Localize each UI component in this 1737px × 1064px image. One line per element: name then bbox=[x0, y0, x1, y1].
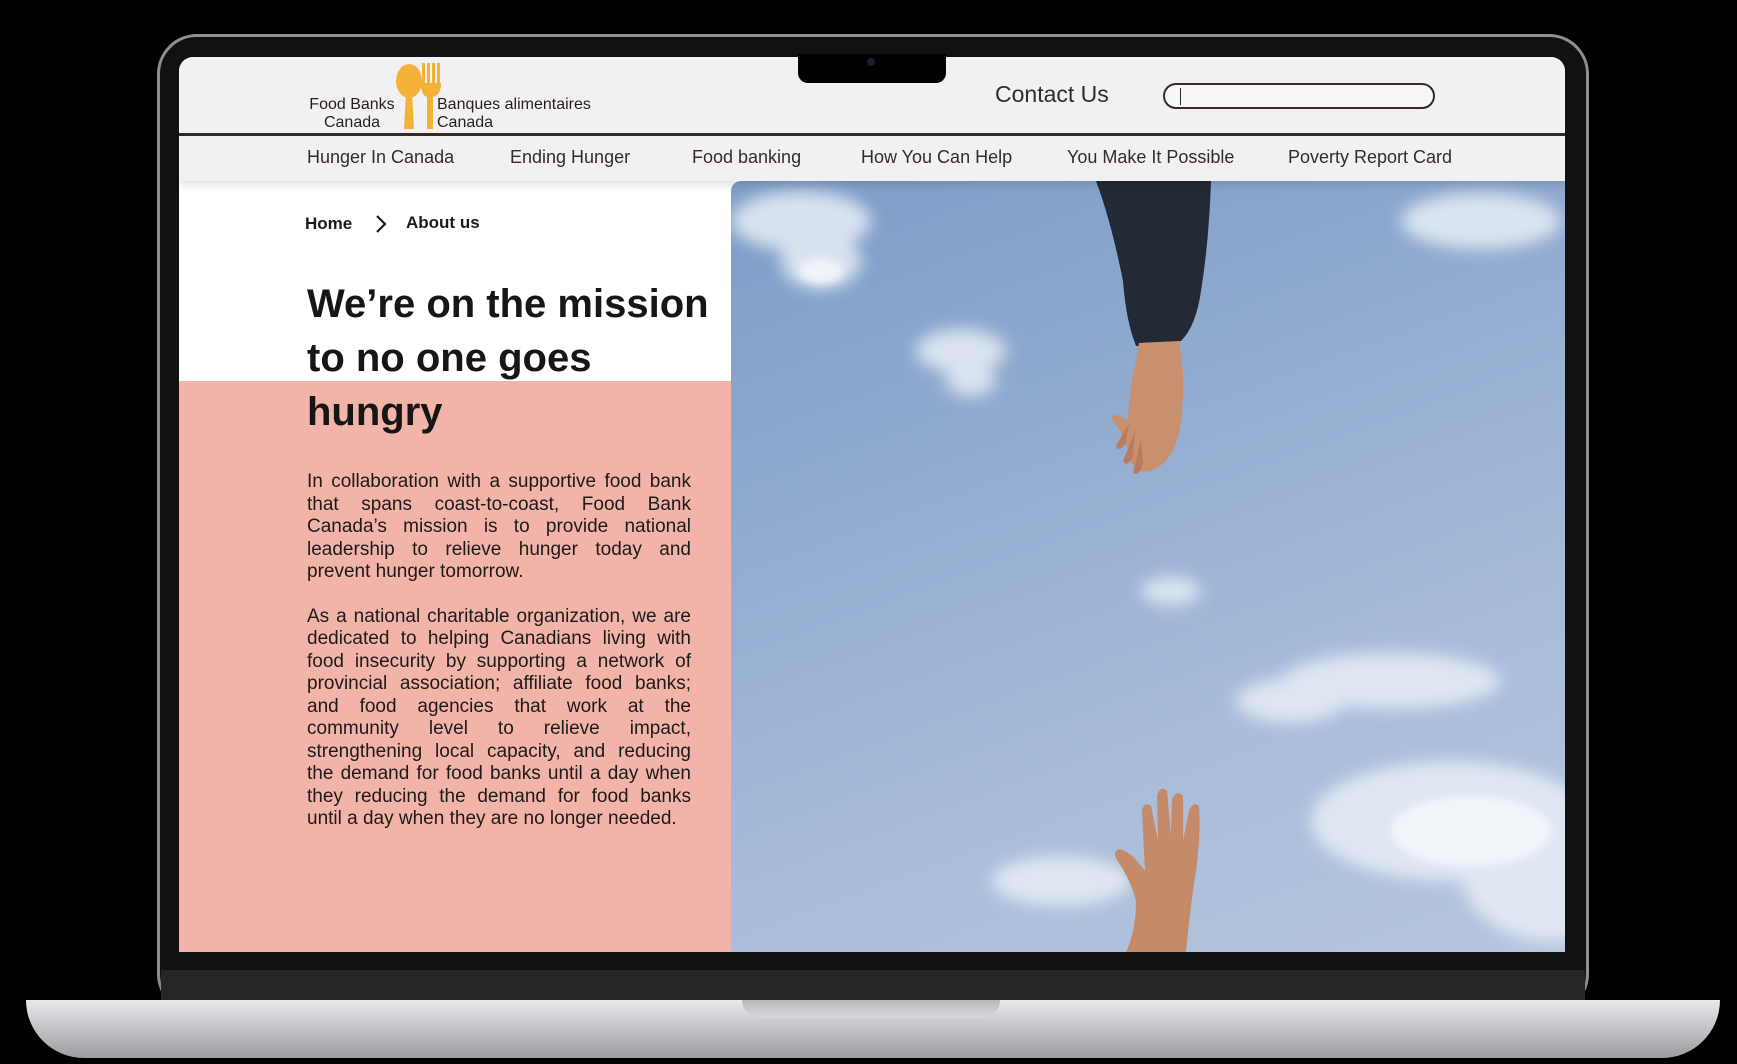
camera-notch bbox=[798, 54, 946, 83]
breadcrumb-current: About us bbox=[406, 213, 480, 232]
logo-en-line2: Canada bbox=[323, 114, 381, 131]
mission-text: In collaboration with a supportive food … bbox=[307, 471, 691, 853]
nav-item-ending-hunger[interactable]: Ending Hunger bbox=[510, 147, 630, 168]
text-cursor bbox=[1180, 88, 1181, 105]
nav-item-food-banking[interactable]: Food banking bbox=[692, 147, 801, 168]
camera-icon bbox=[867, 58, 875, 66]
laptop-bezel bbox=[161, 970, 1585, 1002]
breadcrumb-home[interactable]: Home bbox=[305, 214, 352, 234]
hero-image bbox=[731, 181, 1565, 952]
logo-en-line1: Food Banks bbox=[309, 96, 395, 113]
contact-us-link[interactable]: Contact Us bbox=[995, 81, 1109, 108]
screen: Food Banks Canada Banques alimentaires C… bbox=[179, 57, 1565, 952]
site-logo[interactable]: Food Banks Canada Banques alimentaires C… bbox=[307, 63, 607, 132]
page-title: We’re on the mission to no one goes hung… bbox=[307, 282, 709, 434]
main-nav: Hunger In Canada Ending Hunger Food bank… bbox=[179, 136, 1565, 181]
nav-item-poverty-report-card[interactable]: Poverty Report Card bbox=[1288, 147, 1452, 168]
mission-paragraph-2: As a national charitable organization, w… bbox=[307, 605, 691, 830]
logo-fr-line2: Canada bbox=[437, 114, 494, 131]
logo-fr-line1: Banques alimentaires bbox=[437, 96, 591, 113]
search-input[interactable] bbox=[1163, 83, 1435, 109]
logo-english: Food Banks Canada bbox=[307, 96, 397, 132]
logo-french: Banques alimentaires Canada bbox=[437, 96, 607, 132]
reaching-hands-photo bbox=[731, 181, 1565, 952]
laptop-opening-notch bbox=[742, 1000, 1000, 1018]
nav-item-you-make-it-possible[interactable]: You Make It Possible bbox=[1067, 147, 1234, 168]
nav-item-hunger-in-canada[interactable]: Hunger In Canada bbox=[307, 147, 454, 168]
nav-item-how-you-can-help[interactable]: How You Can Help bbox=[861, 147, 1012, 168]
chevron-right-icon bbox=[376, 215, 387, 233]
mission-paragraph-1: In collaboration with a supportive food … bbox=[307, 471, 691, 582]
